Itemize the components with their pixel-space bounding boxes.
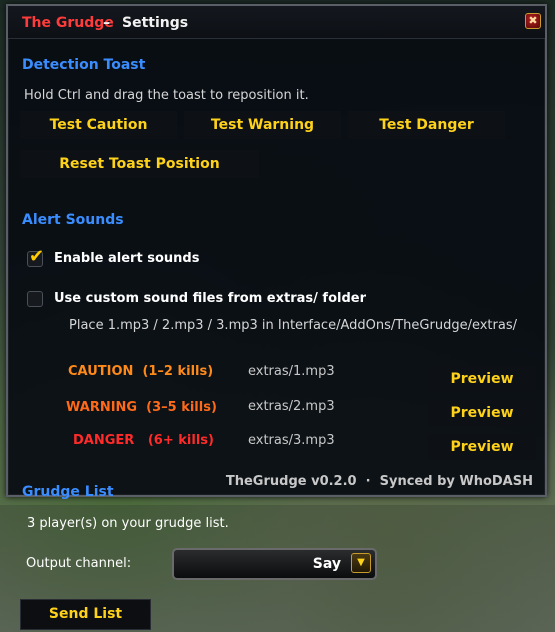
window-title: Settings [122,15,189,31]
output-channel-label: Output channel: [26,556,132,571]
warning-sound-file: extras/2.mp3 [248,399,335,414]
checkmark-icon: ✔ [29,246,45,267]
output-channel-dropdown[interactable]: Say ▼ [172,548,377,580]
custom-sound-files-checkbox[interactable] [27,291,43,307]
test-caution-button[interactable]: Test Caution [20,111,177,139]
enable-alert-sounds-label: Enable alert sounds [54,251,200,266]
chevron-down-icon[interactable]: ▼ [351,553,371,573]
grudge-list-heading: Grudge List [22,484,114,500]
custom-sound-files-label: Use custom sound files from extras/ fold… [54,291,366,306]
settings-window: The Grudge – Settings ✖ Detection Toast … [6,4,547,500]
close-icon[interactable]: ✖ [525,13,541,29]
version-footer: TheGrudge v0.2.0 · Synced by WhoDASH [225,474,533,489]
reset-toast-position-button[interactable]: Reset Toast Position [20,150,259,178]
detection-hint: Hold Ctrl and drag the toast to repositi… [24,88,309,103]
enable-alert-sounds-checkbox[interactable]: ✔ [27,246,44,267]
title-bar[interactable]: The Grudge – Settings ✖ [8,6,545,39]
addon-name: The Grudge [22,15,114,31]
danger-level-label: DANGER (6+ kills) [73,433,214,448]
test-warning-button[interactable]: Test Warning [184,111,341,139]
caution-sound-file: extras/1.mp3 [248,364,335,379]
grudge-count-text: 3 player(s) on your grudge list. [27,516,229,531]
danger-sound-file: extras/3.mp3 [248,433,335,448]
caution-preview-button[interactable]: Preview [428,366,536,392]
warning-preview-button[interactable]: Preview [428,400,536,426]
alert-sounds-heading: Alert Sounds [22,212,124,228]
warning-level-label: WARNING (3–5 kills) [66,400,217,415]
send-list-button[interactable]: Send List [20,599,151,630]
title-separator: – [103,15,110,31]
output-channel-value: Say [312,556,341,572]
custom-sound-hint: Place 1.mp3 / 2.mp3 / 3.mp3 in Interface… [69,318,517,333]
test-danger-button[interactable]: Test Danger [348,111,505,139]
caution-level-label: CAUTION (1–2 kills) [68,364,214,379]
detection-toast-heading: Detection Toast [22,57,146,73]
danger-preview-button[interactable]: Preview [428,434,536,460]
